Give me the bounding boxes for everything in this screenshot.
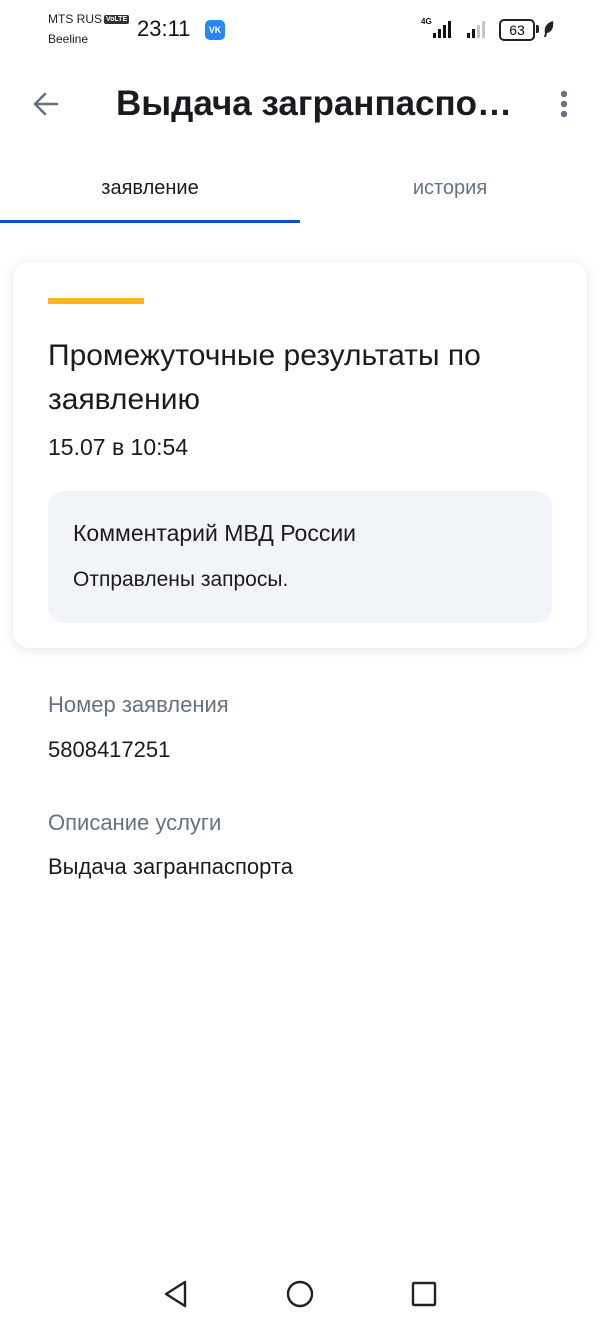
nav-back-triangle-icon [164, 1280, 187, 1308]
carrier-primary-label: MTS RUS [48, 12, 102, 26]
card-accent-bar [48, 298, 144, 304]
battery-tip [536, 25, 539, 33]
more-options-button[interactable] [546, 82, 582, 126]
page-title: Выдача загранпаспорта [116, 84, 526, 123]
arrow-left-icon [33, 92, 59, 116]
nav-recents-button[interactable] [400, 1270, 448, 1318]
nav-back-button[interactable] [152, 1270, 200, 1318]
signal-strength-icon [433, 18, 451, 38]
comment-text: Отправлены запросы. [73, 568, 289, 591]
carrier-primary: MTS RUS VoLTE [48, 12, 130, 26]
active-tab-indicator [0, 220, 300, 223]
application-number-value: 5808417251 [48, 737, 171, 762]
status-card: Промежуточные результаты по заявлению 15… [13, 262, 587, 648]
volte-badge: VoLTE [104, 15, 130, 24]
carrier-secondary: Beeline [48, 32, 89, 46]
card-date: 15.07 в 10:54 [48, 434, 189, 460]
card-title: Промежуточные результаты по заявлению [48, 339, 481, 416]
service-description-value: Выдача загранпаспорта [48, 854, 293, 879]
battery-icon: 63 [499, 19, 535, 41]
comment-title: Комментарий МВД России [73, 520, 357, 546]
back-button[interactable] [24, 82, 68, 126]
power-saving-leaf-icon [544, 21, 554, 37]
nav-recents-square-icon [411, 1281, 437, 1307]
comment-box: Комментарий МВД России Отправлены запрос… [48, 491, 552, 623]
tab-application[interactable]: заявление [0, 160, 300, 220]
nav-home-button[interactable] [276, 1270, 324, 1318]
vk-notification-icon: VK [205, 20, 225, 40]
service-description-label: Описание услуги [48, 810, 222, 835]
signal-strength-secondary-icon [467, 18, 485, 38]
network-type-label: 4G [421, 17, 432, 26]
tab-bar: заявление история [0, 160, 600, 224]
more-vertical-icon [560, 90, 568, 118]
clock: 23:11 [137, 16, 191, 41]
nav-home-circle-icon [286, 1280, 314, 1308]
application-number-label: Номер заявления [48, 692, 229, 717]
tab-history[interactable]: история [300, 160, 600, 220]
status-bar: MTS RUS VoLTE Beeline 23:11 VK 4G 63 [0, 0, 600, 60]
